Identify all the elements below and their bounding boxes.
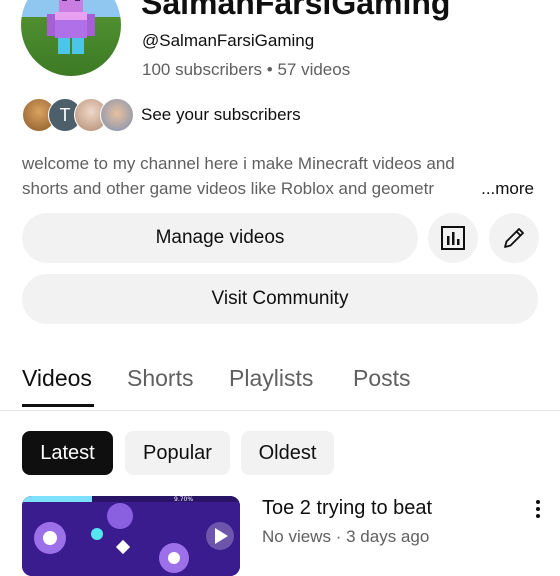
description-line: welcome to my channel here i make Minecr… — [22, 154, 455, 173]
subscriber-initial: T — [59, 104, 71, 125]
tab-shorts[interactable]: Shorts — [127, 365, 193, 392]
video-views: No views — [262, 527, 331, 546]
video-meta: No views · 3 days ago — [262, 527, 429, 547]
three-dots-icon — [536, 500, 540, 518]
video-thumbnail[interactable]: 9.70% — [22, 496, 240, 576]
channel-tabs: Videos Shorts Playlists Posts — [0, 360, 560, 411]
active-tab-indicator — [22, 404, 94, 407]
video-title[interactable]: Toe 2 trying to beat — [262, 497, 432, 520]
subscriber-count: 100 subscribers — [142, 60, 263, 79]
manage-videos-button[interactable]: Manage videos — [22, 213, 418, 263]
subscriber-avatar — [100, 98, 134, 132]
more-link[interactable]: ...more — [455, 176, 534, 201]
filter-latest[interactable]: Latest — [22, 431, 113, 475]
tab-videos[interactable]: Videos — [22, 365, 92, 392]
more-options-button[interactable] — [530, 498, 546, 520]
channel-stats: 100 subscribers • 57 videos — [142, 60, 350, 80]
visit-community-label: Visit Community — [211, 288, 349, 309]
analytics-button[interactable] — [428, 213, 478, 263]
progress-text: 9.70% — [174, 496, 193, 503]
pencil-icon — [504, 228, 524, 248]
manage-videos-label: Manage videos — [155, 227, 285, 248]
edit-channel-button[interactable] — [489, 213, 539, 263]
filter-popular[interactable]: Popular — [125, 431, 230, 475]
analytics-icon — [441, 226, 465, 250]
channel-avatar[interactable] — [21, 0, 121, 76]
see-subscribers-link[interactable]: See your subscribers — [141, 105, 301, 125]
meta-separator: · — [335, 527, 342, 546]
video-count: 57 videos — [277, 60, 351, 79]
tab-playlists[interactable]: Playlists — [229, 365, 313, 392]
channel-description[interactable]: welcome to my channel here i make Minecr… — [22, 151, 534, 201]
channel-name: SalmanFarsiGaming — [141, 0, 451, 21]
filter-oldest[interactable]: Oldest — [241, 431, 334, 475]
subscriber-avatars[interactable]: T — [22, 98, 134, 132]
channel-handle: @SalmanFarsiGaming — [142, 31, 315, 50]
visit-community-button[interactable]: Visit Community — [22, 274, 538, 324]
stats-separator: • — [266, 60, 273, 79]
tab-posts[interactable]: Posts — [353, 365, 411, 392]
video-age: 3 days ago — [346, 527, 430, 546]
